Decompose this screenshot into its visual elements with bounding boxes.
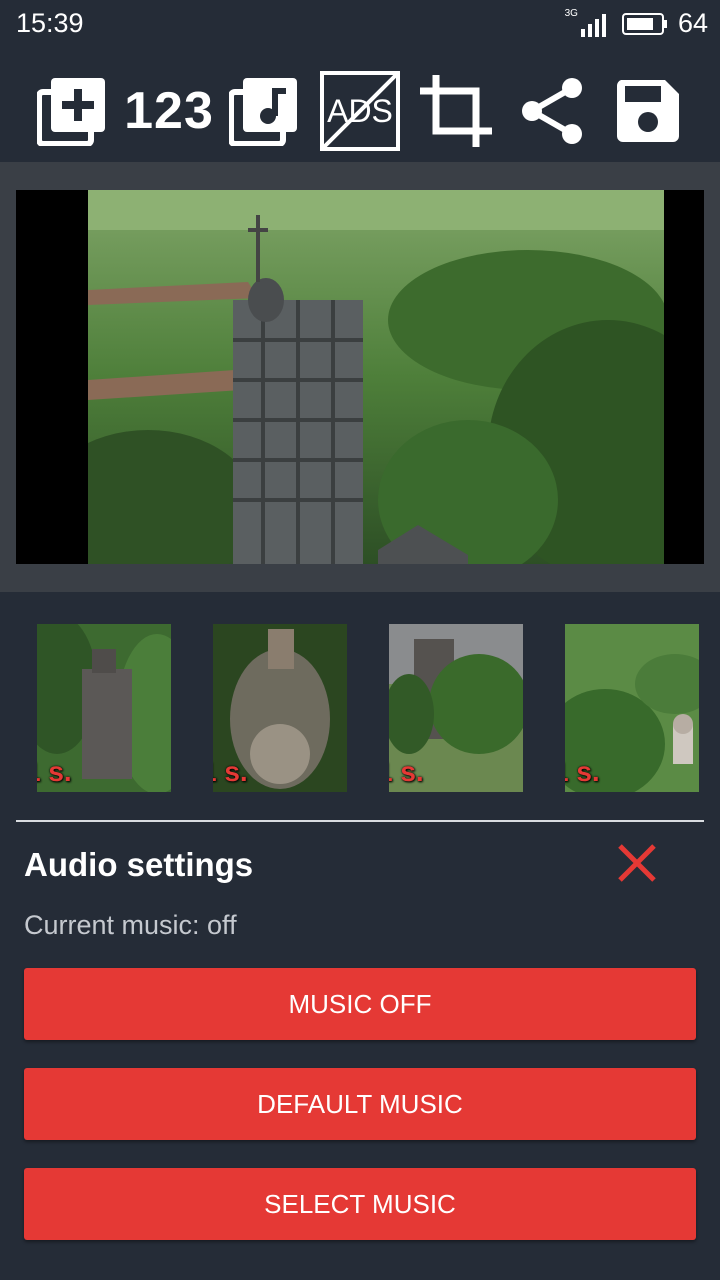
thumbnail-2[interactable]: 1 s. xyxy=(213,624,347,792)
numbering-button[interactable]: 123 xyxy=(124,70,214,152)
select-music-button[interactable]: SELECT MUSIC xyxy=(24,1168,696,1240)
crop-button[interactable] xyxy=(418,70,494,152)
music-library-button[interactable] xyxy=(228,70,300,152)
battery-level: 64 xyxy=(677,8,708,38)
status-time: 15:39 xyxy=(16,8,84,38)
music-library-icon xyxy=(229,78,297,146)
share-button[interactable] xyxy=(520,70,584,152)
status-right: 3G 64 xyxy=(565,8,708,39)
thumbnail-4[interactable]: 1 s. xyxy=(565,624,699,792)
music-off-button[interactable]: MUSIC OFF xyxy=(24,968,696,1040)
audio-settings-title: Audio settings xyxy=(24,846,254,883)
default-music-button[interactable]: DEFAULT MUSIC xyxy=(24,1068,696,1140)
divider xyxy=(16,820,704,822)
thumbnail-strip: 1 s. 1 s. 1 s. 1 s. xyxy=(0,624,720,792)
thumbnail-duration: 1 s. xyxy=(213,756,248,787)
toolbar: 123 ADS xyxy=(0,60,720,160)
status-bar: 15:39 3G 64 xyxy=(0,0,720,50)
thumbnail-duration: 1 s. xyxy=(565,756,600,787)
thumbnail-duration: 1 s. xyxy=(37,756,72,787)
add-photo-button[interactable] xyxy=(36,70,108,152)
network-type: 3G xyxy=(564,8,578,19)
preview-image[interactable] xyxy=(88,190,664,564)
no-ads-button[interactable]: ADS xyxy=(320,70,400,152)
share-icon xyxy=(522,78,582,144)
numbering-label: 123 xyxy=(124,82,214,140)
add-photo-icon xyxy=(37,78,105,146)
thumbnail-1[interactable]: 1 s. xyxy=(37,624,171,792)
save-icon xyxy=(616,80,679,142)
save-button[interactable] xyxy=(614,70,682,152)
battery-icon xyxy=(621,12,667,35)
close-icon xyxy=(618,844,656,882)
signal-icon xyxy=(580,13,606,37)
current-music-status: Current music: off xyxy=(24,910,237,940)
thumbnail-3[interactable]: 1 s. xyxy=(389,624,523,792)
no-ads-label: ADS xyxy=(327,92,393,129)
crop-icon xyxy=(420,75,492,147)
preview-frame xyxy=(16,190,704,564)
thumbnail-duration: 1 s. xyxy=(389,756,424,787)
close-button[interactable] xyxy=(616,842,658,884)
preview-area xyxy=(0,162,720,592)
